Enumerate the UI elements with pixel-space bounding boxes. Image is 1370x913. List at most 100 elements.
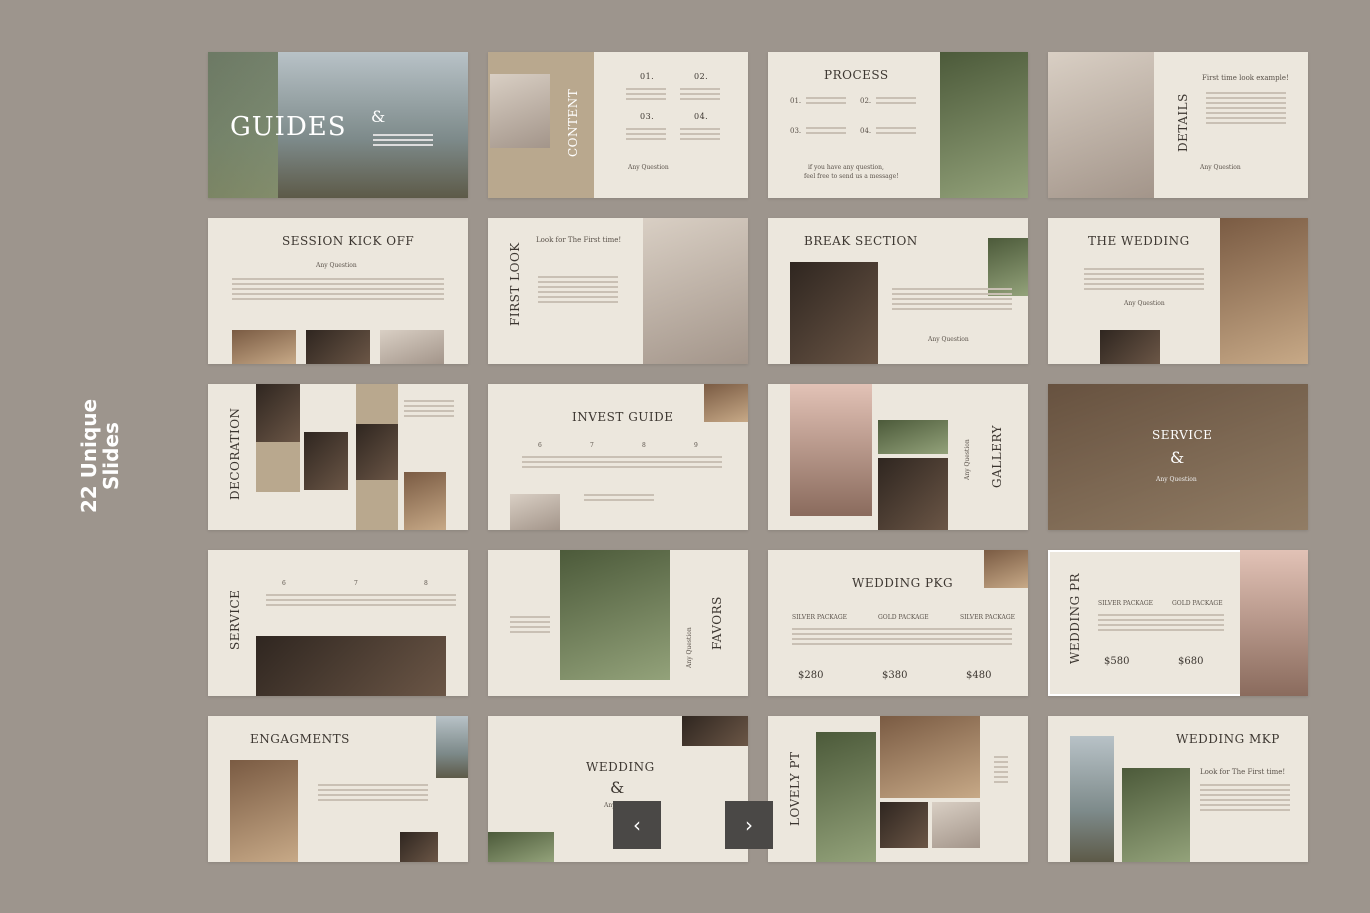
chevron-right-icon: › <box>745 813 753 837</box>
any-question: Any Question <box>1124 300 1165 307</box>
side-title-line1: 22 Unique <box>77 398 101 514</box>
bottom-photo <box>510 494 560 530</box>
ring-photo <box>230 760 298 862</box>
text-lines <box>892 288 1012 313</box>
slides-grid: GUIDES & CONTENT 01. 02. 03. 04. Any Que… <box>208 52 1308 862</box>
prev-button[interactable]: ‹ <box>613 801 661 849</box>
forest-photo <box>880 716 980 798</box>
number-6: 6 <box>538 442 542 449</box>
slide-favors[interactable]: FAVORS Any Question <box>488 550 748 696</box>
number-1: 01. <box>790 97 802 105</box>
number-7: 7 <box>590 442 594 449</box>
note-line-2: feel free to send us a message! <box>804 173 899 180</box>
small-photo-2 <box>932 802 980 848</box>
slide-decoration[interactable]: DECORATION <box>208 384 468 530</box>
slide-wedding-pkg[interactable]: WEDDING PKG SILVER PACKAGE GOLD PACKAGE … <box>768 550 1028 696</box>
couple-photo <box>790 262 878 364</box>
table-photo <box>560 550 670 680</box>
any-question: Any Question <box>1200 164 1241 171</box>
package-1: SILVER PACKAGE <box>792 614 848 621</box>
photo-4 <box>404 472 446 530</box>
slide-title: SERVICE <box>1152 428 1213 442</box>
slide-title: DETAILS <box>1176 93 1190 152</box>
text-lines <box>626 88 666 103</box>
number-4: 04. <box>694 112 709 121</box>
photo-1 <box>1070 736 1114 862</box>
slide-title: CONTENT <box>566 88 580 157</box>
text-lines <box>510 616 550 636</box>
package-1: SILVER PACKAGE <box>1098 600 1154 607</box>
text-lines <box>584 494 654 504</box>
any-question: Any Question <box>964 439 971 480</box>
any-question: Any Question <box>686 627 693 668</box>
slide-lovely-pt[interactable]: LOVELY PT <box>768 716 1028 862</box>
text-lines <box>318 784 428 804</box>
photo-1 <box>232 330 296 364</box>
text-lines <box>680 88 720 103</box>
slide-subtitle: First time look example! <box>1202 74 1289 82</box>
slide-title: ENGAGMENTS <box>250 732 350 746</box>
bouquet-photo <box>1220 218 1308 364</box>
text-lines <box>806 97 846 107</box>
next-button[interactable]: › <box>725 801 773 849</box>
photo-3 <box>356 424 398 480</box>
slide-subtitle: Look for The First time! <box>1200 768 1286 776</box>
couple-photo <box>490 74 550 148</box>
price-3: $480 <box>966 670 992 681</box>
price-2: $680 <box>1178 656 1204 667</box>
slide-title: INVEST GUIDE <box>572 410 674 424</box>
text-lines <box>538 276 618 306</box>
text-lines <box>626 128 666 143</box>
slide-title: WEDDING MKP <box>1176 732 1280 746</box>
slide-break-section[interactable]: BREAK SECTION Any Question <box>768 218 1028 364</box>
slide-title: WEDDING PKG <box>852 576 954 590</box>
text-lines <box>373 134 433 149</box>
slide-wedding-mkp[interactable]: WEDDING MKP Look for The First time! <box>1048 716 1308 862</box>
slide-gallery[interactable]: GALLERY Any Question <box>768 384 1028 530</box>
number-1: 01. <box>640 72 655 81</box>
slide-service-and[interactable]: SERVICE & Any Question <box>1048 384 1308 530</box>
slide-title: FIRST LOOK <box>508 242 522 326</box>
text-lines <box>994 756 1008 786</box>
text-lines <box>876 97 916 107</box>
slide-first-look[interactable]: FIRST LOOK Look for The First time! <box>488 218 748 364</box>
slide-session-kick-off[interactable]: SESSION KICK OFF Any Question <box>208 218 468 364</box>
number-4: 04. <box>860 127 872 135</box>
slide-the-wedding[interactable]: THE WEDDING Any Question <box>1048 218 1308 364</box>
package-2: GOLD PACKAGE <box>878 614 929 621</box>
photo-2 <box>1122 768 1190 862</box>
small-photo-1 <box>880 802 928 848</box>
slide-engagments[interactable]: ENGAGMENTS <box>208 716 468 862</box>
slide-details[interactable]: DETAILS First time look example! Any Que… <box>1048 52 1308 198</box>
slide-subtitle: Look for The First time! <box>536 236 622 244</box>
ampersand: & <box>1170 448 1185 467</box>
bottom-photo <box>488 832 554 862</box>
note-line-1: if you have any question, <box>808 164 884 171</box>
number-6: 6 <box>282 580 286 587</box>
slide-content[interactable]: CONTENT 01. 02. 03. 04. Any Question <box>488 52 748 198</box>
slide-wedding-pr[interactable]: WEDDING PR SILVER PACKAGE GOLD PACKAGE $… <box>1048 550 1308 696</box>
bride-photo <box>643 218 748 364</box>
number-3: 03. <box>640 112 655 121</box>
any-question: Any Question <box>928 336 969 343</box>
text-lines <box>266 594 456 609</box>
text-lines <box>876 127 916 137</box>
number-9: 9 <box>694 442 698 449</box>
slide-service[interactable]: SERVICE 6 7 8 <box>208 550 468 696</box>
slide-title: WEDDING PR <box>1068 572 1082 664</box>
flowers-photo <box>984 550 1028 588</box>
side-title-line2: Slides <box>99 422 123 490</box>
slide-title: DECORATION <box>228 407 242 500</box>
photo-2 <box>878 420 948 454</box>
number-2: 02. <box>860 97 872 105</box>
small-photo <box>1100 330 1160 364</box>
slide-title: GALLERY <box>990 424 1004 488</box>
package-2: GOLD PACKAGE <box>1172 600 1223 607</box>
slide-title: LOVELY PT <box>788 751 802 826</box>
slide-guides[interactable]: GUIDES & <box>208 52 468 198</box>
photo-1 <box>256 384 300 442</box>
slide-invest-guide[interactable]: INVEST GUIDE 6 7 8 9 <box>488 384 748 530</box>
slide-process[interactable]: PROCESS 01. 02. 03. 04. if you have any … <box>768 52 1028 198</box>
couple-photo <box>816 732 876 862</box>
slide-title: BREAK SECTION <box>804 234 918 248</box>
